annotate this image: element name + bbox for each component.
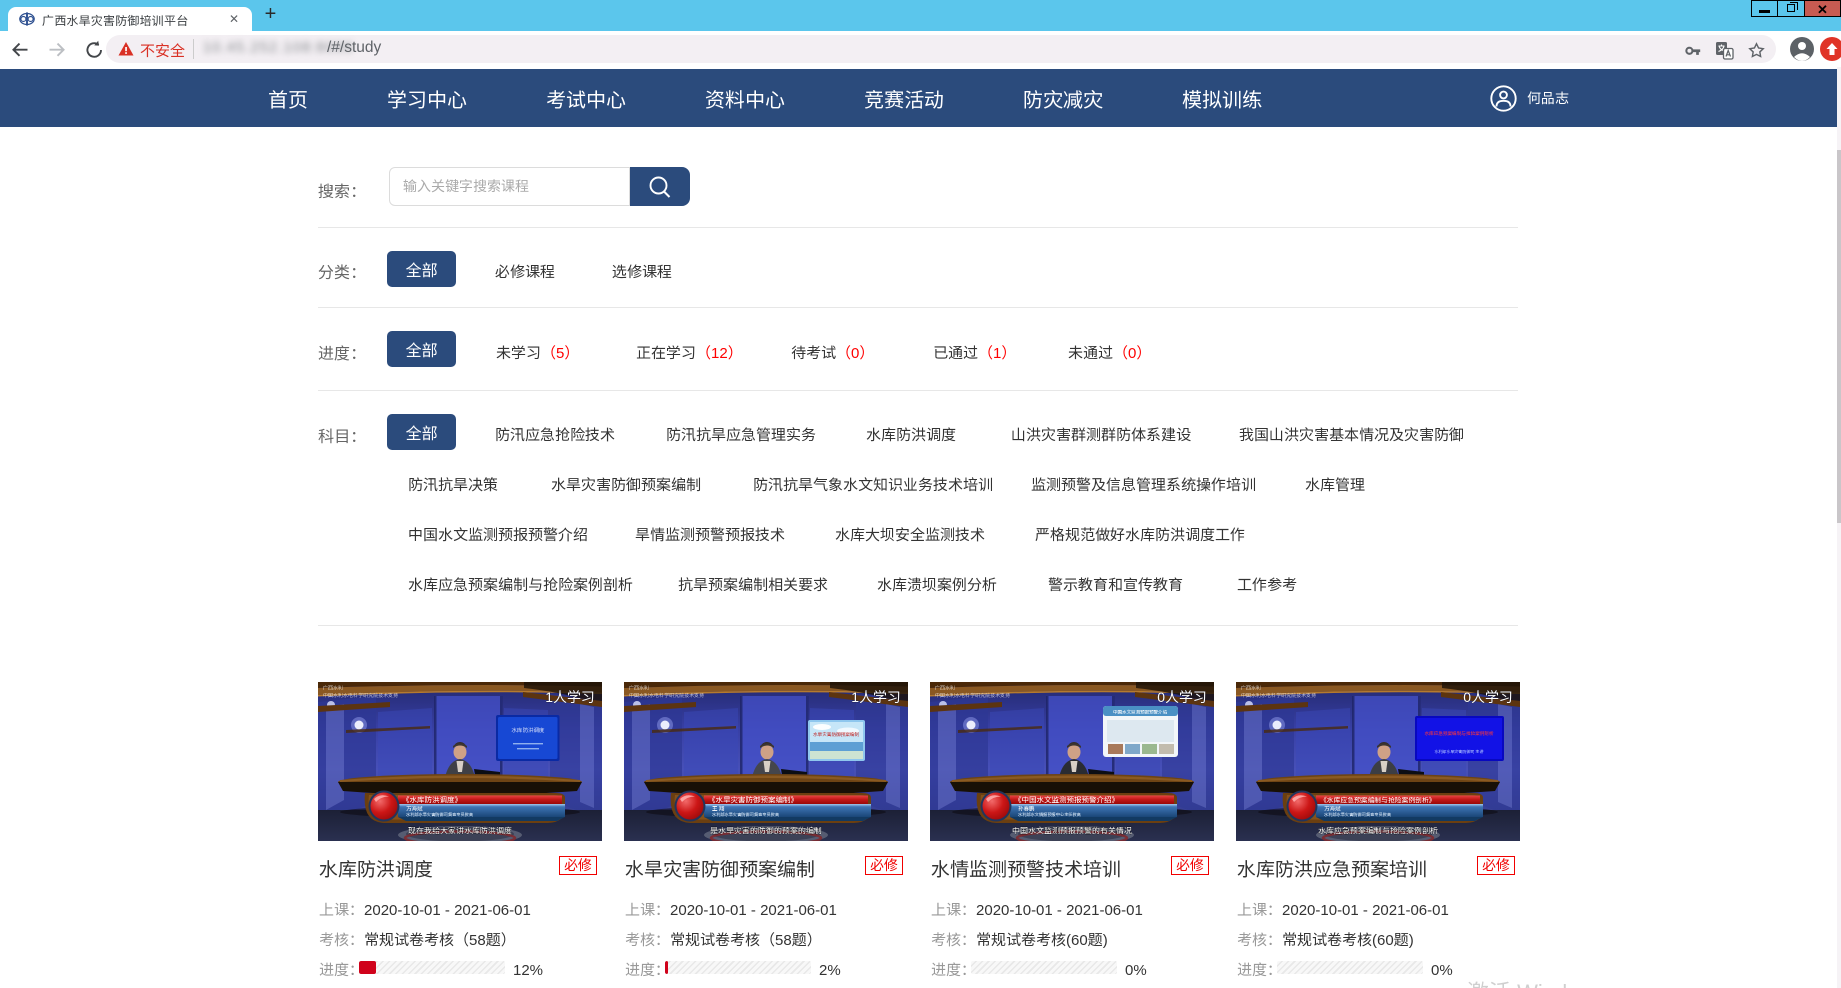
svg-text:0人学习: 0人学习 [1463, 687, 1513, 707]
svg-text:0人学习: 0人学习 [1157, 687, 1207, 707]
svg-text:中国水利水电科学研究院技术支持: 中国水利水电科学研究院技术支持 [935, 692, 1010, 699]
svg-text:现在我给大家讲水库防洪调度: 现在我给大家讲水库防洪调度 [408, 826, 512, 837]
svg-text:1人学习: 1人学习 [851, 687, 901, 707]
svg-text:是水旱灾害的防御的预案的编制: 是水旱灾害的防御的预案的编制 [710, 826, 822, 837]
svg-text:中国水利水电科学研究院技术支持: 中国水利水电科学研究院技术支持 [323, 692, 398, 699]
svg-text:广西水利: 广西水利 [322, 685, 343, 692]
svg-text:水库应急预案编制与抢险案例剖析: 水库应急预案编制与抢险案例剖析 [1424, 730, 1494, 737]
svg-text:广西水利: 广西水利 [1240, 685, 1261, 692]
svg-text:中国水利水电科学研究院技术支持: 中国水利水电科学研究院技术支持 [629, 692, 704, 699]
svg-text:水利部水旱灾害防御司督查专员教高: 水利部水旱灾害防御司督查专员教高 [405, 812, 473, 818]
svg-text:水利部水旱灾害防御司督查专员教高: 水利部水旱灾害防御司督查专员教高 [1323, 812, 1391, 818]
svg-text:水利部水旱灾害防御司 主讲: 水利部水旱灾害防御司 主讲 [1433, 749, 1484, 755]
svg-text:中国水文监测预报预警介绍: 中国水文监测预报预警介绍 [1113, 709, 1167, 716]
svg-text:中国水文监测预报预警的有关情况: 中国水文监测预报预警的有关情况 [1012, 826, 1132, 837]
svg-text:《水库应急预案编制与抢险案例剖析》: 《水库应急预案编制与抢险案例剖析》 [1320, 795, 1436, 805]
svg-text:水旱灾害防御预案编制: 水旱灾害防御预案编制 [812, 731, 859, 738]
svg-text:水库防洪调度: 水库防洪调度 [510, 726, 545, 734]
svg-text:中国水利水电科学研究院技术支持: 中国水利水电科学研究院技术支持 [1241, 692, 1316, 699]
svg-text:广西水利: 广西水利 [628, 685, 649, 692]
svg-text:水库应急预案编制与抢险案例剖析: 水库应急预案编制与抢险案例剖析 [1318, 826, 1438, 837]
svg-text:水利部水旱灾害防御司督查专员教高: 水利部水旱灾害防御司督查专员教高 [711, 812, 779, 818]
svg-text:1人学习: 1人学习 [545, 687, 595, 707]
svg-text:广西水利: 广西水利 [934, 685, 955, 692]
svg-text:水利部水文情报预报中心主任教高: 水利部水文情报预报中心主任教高 [1017, 812, 1081, 818]
